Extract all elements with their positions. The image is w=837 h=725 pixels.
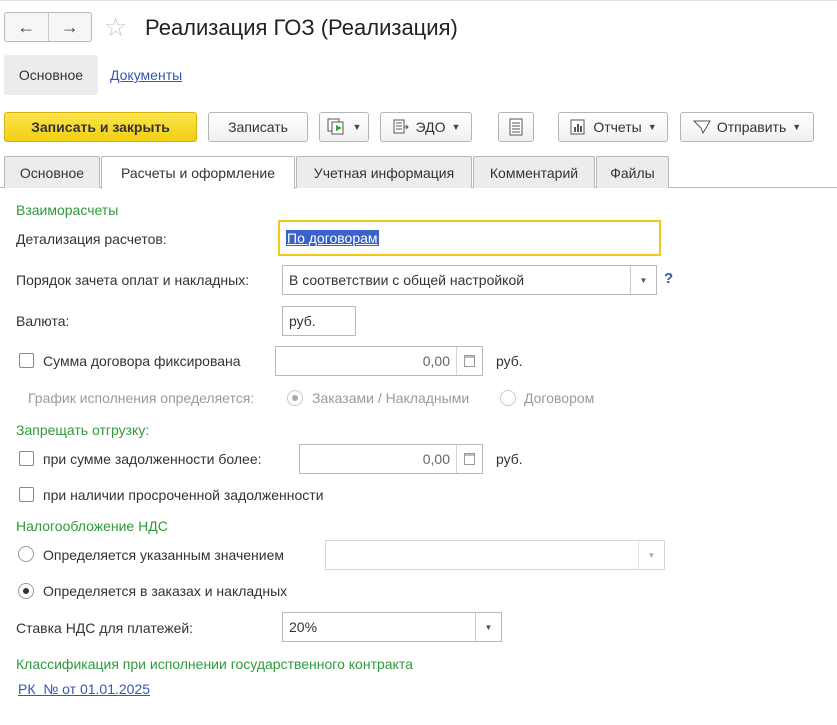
chevron-down-icon: ▼ xyxy=(451,122,461,132)
order-label: Порядок зачета оплат и накладных: xyxy=(16,272,250,288)
schedule-contract-label: Договором xyxy=(524,390,595,406)
debt-checkbox[interactable] xyxy=(19,451,34,466)
forward-arrow-icon[interactable]: → xyxy=(47,13,92,41)
chevron-down-icon: ▼ xyxy=(647,122,657,132)
vat-value-select[interactable]: ▼ xyxy=(325,540,665,570)
top-border xyxy=(0,0,837,1)
vat-rate-select[interactable]: 20% ▼ xyxy=(282,612,502,642)
tab-files[interactable]: Файлы xyxy=(596,156,669,188)
fixed-sum-value: 0,00 xyxy=(422,353,450,369)
chevron-down-icon: ▼ xyxy=(352,122,362,132)
tab-comment[interactable]: Комментарий xyxy=(473,156,595,188)
section-documents-link[interactable]: Документы xyxy=(110,66,182,84)
reports-label: Отчеты xyxy=(593,119,642,135)
page-title: Реализация ГОЗ (Реализация) xyxy=(145,15,458,40)
shipment-heading: Запрещать отгрузку: xyxy=(16,422,150,438)
fixed-sum-checkbox[interactable] xyxy=(19,353,34,368)
vat-heading: Налогообложение НДС xyxy=(16,518,168,534)
contract-link[interactable]: РК № от 01.01.2025 xyxy=(18,681,150,697)
detail-value: По договорам xyxy=(286,230,379,246)
vat-rate-label: Ставка НДС для платежей: xyxy=(16,620,194,636)
settlements-heading: Взаиморасчеты xyxy=(16,202,119,218)
detail-field[interactable]: По договорам xyxy=(278,220,661,256)
list-icon xyxy=(509,118,523,136)
chevron-down-icon[interactable]: ▼ xyxy=(475,613,501,641)
fixed-sum-unit: руб. xyxy=(496,353,523,369)
contract-heading: Классификация при исполнении государстве… xyxy=(16,656,413,672)
schedule-orders-label: Заказами / Накладными xyxy=(312,390,470,406)
fixed-sum-label: Сумма договора фиксирована xyxy=(43,353,241,369)
fixed-sum-field[interactable]: 0,00 xyxy=(275,346,483,376)
send-icon xyxy=(692,120,711,135)
detail-label: Детализация расчетов: xyxy=(16,231,167,247)
section-main[interactable]: Основное xyxy=(4,55,98,95)
currency-value: руб. xyxy=(289,313,316,329)
chevron-down-icon: ▼ xyxy=(792,122,802,132)
order-select[interactable]: В соответствии с общей настройкой ▼ xyxy=(282,265,657,295)
vat-specified-radio[interactable] xyxy=(18,546,34,562)
chevron-down-icon[interactable]: ▼ xyxy=(630,266,656,294)
debt-label: при сумме задолженности более: xyxy=(43,451,262,467)
debt-value: 0,00 xyxy=(422,451,450,467)
vat-specified-label: Определяется указанным значением xyxy=(43,547,285,563)
vat-orders-label: Определяется в заказах и накладных xyxy=(43,583,288,599)
edo-button[interactable]: ЭДО ▼ xyxy=(380,112,472,142)
report-structure-button[interactable] xyxy=(498,112,534,142)
debt-field[interactable]: 0,00 xyxy=(299,444,483,474)
schedule-orders-radio[interactable] xyxy=(287,390,303,406)
reports-button[interactable]: Отчеты ▼ xyxy=(558,112,668,142)
history-nav: ← → xyxy=(4,12,92,42)
back-arrow-icon[interactable]: ← xyxy=(5,13,48,41)
tab-settlements[interactable]: Расчеты и оформление xyxy=(101,156,295,189)
create-based-on-button[interactable]: ▼ xyxy=(319,112,369,142)
currency-label: Валюта: xyxy=(16,313,70,329)
send-label: Отправить xyxy=(716,119,787,135)
schedule-contract-radio[interactable] xyxy=(500,390,516,406)
favorite-star-icon[interactable]: ☆ xyxy=(104,12,127,42)
currency-field[interactable]: руб. xyxy=(282,306,356,336)
overdue-checkbox[interactable] xyxy=(19,487,34,502)
send-button[interactable]: Отправить ▼ xyxy=(680,112,814,142)
edo-label: ЭДО xyxy=(415,119,446,135)
debt-unit: руб. xyxy=(496,451,523,467)
tab-accounting-info[interactable]: Учетная информация xyxy=(296,156,472,188)
edo-icon xyxy=(393,119,409,134)
reports-icon xyxy=(570,119,585,135)
calculator-icon[interactable] xyxy=(456,445,482,473)
save-and-close-button[interactable]: Записать и закрыть xyxy=(4,112,197,142)
chevron-down-icon[interactable]: ▼ xyxy=(638,541,664,569)
calculator-icon[interactable] xyxy=(456,347,482,375)
schedule-label: График исполнения определяется: xyxy=(28,390,255,406)
help-icon[interactable]: ? xyxy=(664,270,673,287)
order-value: В соответствии с общей настройкой xyxy=(289,272,525,288)
overdue-label: при наличии просроченной задолженности xyxy=(43,487,324,503)
create-based-on-icon xyxy=(327,118,344,135)
tab-main[interactable]: Основное xyxy=(4,156,100,188)
save-button[interactable]: Записать xyxy=(208,112,308,142)
vat-orders-radio[interactable] xyxy=(18,583,34,599)
vat-rate-value: 20% xyxy=(289,619,318,635)
